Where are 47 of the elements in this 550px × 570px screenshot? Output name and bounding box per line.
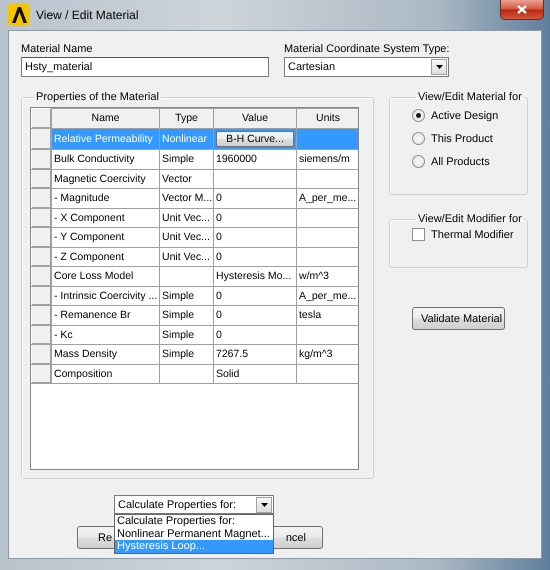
- radio-label: Active Design: [431, 110, 498, 122]
- dropdown-value: Calculate Properties for:: [118, 498, 237, 510]
- radio-label: All Products: [431, 156, 490, 168]
- table-cell: 1960000: [214, 150, 296, 169]
- window-title: View / Edit Material: [36, 8, 138, 22]
- table-cell: - Remanence Br: [52, 306, 160, 325]
- table-cell: - Kc: [52, 325, 160, 344]
- field-label: Material Name: [21, 43, 94, 56]
- group-title: Properties of the Material: [36, 91, 159, 103]
- table-cell: - Intrinsic Coercivity ...: [52, 286, 160, 306]
- table-cell: 7267.5: [214, 344, 296, 364]
- table-cell: 0: [214, 306, 296, 325]
- checkbox-label: Thermal Modifier: [431, 228, 514, 240]
- group-title: View/Edit Modifier for: [418, 213, 522, 225]
- table-cell: - Magnitude: [52, 188, 160, 208]
- table-cell: 0: [214, 228, 296, 247]
- table-cell: Composition: [52, 364, 160, 384]
- table-cell: - Y Component: [52, 228, 160, 247]
- table-cell: Vector: [160, 169, 214, 188]
- table-cell: 0: [214, 188, 296, 208]
- table-cell: 0: [214, 325, 296, 344]
- table-cell: 0: [214, 286, 296, 306]
- table-cell: Mass Density: [52, 344, 160, 364]
- table-cell: Simple: [160, 286, 214, 306]
- table-cell: 0: [214, 208, 296, 228]
- table-cell: Bulk Conductivity: [52, 150, 160, 169]
- table-cell: Simple: [160, 150, 214, 169]
- table-cell: Unit Vec...: [160, 208, 214, 228]
- table-cell: Solid: [214, 364, 296, 384]
- table-cell: Unit Vec...: [160, 228, 214, 247]
- table-cell: Simple: [160, 306, 214, 325]
- table-cell: - X Component: [52, 208, 160, 228]
- table-cell: - Z Component: [52, 247, 160, 266]
- table-cell: Hysteresis Mo...: [214, 266, 296, 286]
- table-cell: 0: [214, 247, 296, 266]
- dropdown-value: Cartesian: [288, 61, 336, 73]
- table-cell: Nonlinear: [160, 128, 214, 150]
- group-title: View/Edit Material for: [418, 91, 522, 103]
- table-cell: Relative Permeability: [52, 128, 160, 150]
- table-cell: Magnetic Coercivity: [52, 169, 160, 188]
- radio-label: This Product: [431, 132, 493, 144]
- table-cell: Vector M...: [160, 188, 214, 208]
- table-cell: Simple: [160, 344, 214, 364]
- table-cell: Core Loss Model: [52, 266, 160, 286]
- table-cell: Simple: [160, 325, 214, 344]
- field-label: Material Coordinate System Type:: [284, 43, 450, 56]
- table-cell: Unit Vec...: [160, 247, 214, 266]
